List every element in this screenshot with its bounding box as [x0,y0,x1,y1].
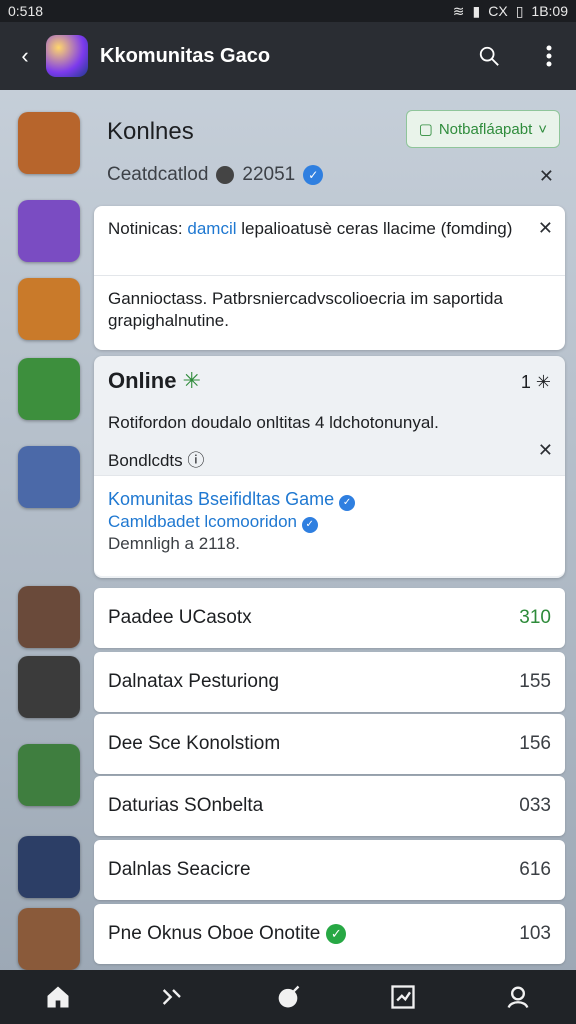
close-icon[interactable]: ✕ [539,166,554,187]
close-icon[interactable]: ✕ [538,218,553,239]
status-dot-icon [216,166,235,184]
main-content: Konlnes Ceatdcatlod 22051 ✓ ▢ Notbafláap… [0,90,576,970]
notice-card: Notinicas: damcil lepalioatusè ceras lla… [94,206,565,350]
battery-icon: ▯ [515,2,524,19]
notice-body: lepalioatusè ceras llacime (fomding) [241,219,513,238]
status-icons: ≋ ▮ CX ▯ 1B:09 [453,3,568,20]
featured-community[interactable]: Komunitas Bseifidltas Game ✓ Camldbadet … [94,476,565,576]
list-item[interactable]: Pne Oknus Oboe Onotite ✓ 103 [94,904,565,964]
verified-icon: ✓ [303,165,324,185]
sparkle-small-icon: ✳ [535,372,551,392]
list-item[interactable]: Dee Sce Konolstiom 156 [94,714,565,774]
sparkle-icon: ✳ [182,368,202,393]
list-item-name: Dalnatax Pesturiong [108,671,280,692]
featured-title-text: Komunitas Bseifidltas Game [108,489,335,509]
home-icon[interactable] [42,981,74,1013]
featured-subtitle-text: Camldbadet lcomooridon [108,512,297,531]
list-item-count: 616 [519,859,551,880]
app-logo [46,35,88,77]
avatar[interactable] [18,358,80,420]
back-arrow-icon[interactable]: ‹ [14,43,36,68]
list-item-name: Paadee UCasotx [108,607,252,628]
community-title: Konlnes [107,118,194,145]
list-item[interactable]: Daturias SOnbelta 033 [94,776,565,836]
status-right-time: 1B:09 [531,3,568,19]
online-label: Online [108,368,177,393]
list-item-name: Daturias SOnbelta [108,795,264,816]
status-bar: 0:518 ≋ ▮ CX ▯ 1B:09 [0,0,576,22]
community-header: Konlnes Ceatdcatlod 22051 ✓ ▢ Notbafláap… [0,90,576,202]
online-count: 1 ✳ [521,372,551,393]
online-label-row: Bondlcdts ⓘ [108,450,551,472]
doc-icon: ▢ [418,121,433,138]
avatar[interactable] [18,446,80,508]
close-icon[interactable]: ✕ [538,440,553,461]
online-sublabel: Bondlcdts [108,451,183,470]
app-bar: ‹ Kkomunitas Gaco [0,22,576,90]
list-item-name: Pne Oknus Oboe Onotite [108,923,321,944]
avatar[interactable] [18,908,80,970]
search-icon[interactable] [476,43,502,69]
online-card: Online ✳ 1 ✳ Rotifordon doudalo onltitas… [94,356,565,578]
notification-button[interactable]: ▢ Notbafláapabt ˅ [405,110,560,148]
list-item-count: 310 [519,607,551,628]
check-icon: ✓ [326,924,347,944]
online-header-row: Online ✳ 1 ✳ Rotifordon doudalo onltitas… [94,356,565,476]
online-title: Online ✳ [108,368,551,394]
avatar[interactable] [18,200,80,262]
compass-icon[interactable] [157,981,189,1013]
notice-row: Gannioctass. Patbrsniercadvscolioecria i… [94,276,565,350]
list-item[interactable]: Paadee UCasotx 310 [94,588,565,648]
notice-text: Gannioctass. Patbrsniercadvscolioecria i… [108,289,503,330]
list-item-count: 155 [519,671,551,692]
wifi-icon: ≋ [452,2,465,19]
verified-icon: ✓ [339,495,356,511]
chart-icon[interactable] [387,981,419,1013]
avatar[interactable] [18,836,80,898]
avatar[interactable] [18,656,80,718]
online-count-value: 1 [520,372,531,392]
chevron-down-icon: ˅ [538,120,547,138]
list-item-count: 033 [519,795,551,816]
online-description: Rotifordon doudalo onltitas 4 ldchotonun… [108,413,439,432]
list-item-count: 156 [519,733,551,754]
avatar[interactable] [18,586,80,648]
member-count: 22051 [242,164,296,185]
list-item[interactable]: Dalnlas Seacicre 616 [94,840,565,900]
notification-label: Notbafláapabt [438,120,533,138]
info-icon: ⓘ [187,451,205,470]
featured-title: Komunitas Bseifidltas Game ✓ [108,488,551,511]
bottom-navigation [0,970,576,1024]
list-item-name: Dee Sce Konolstiom [108,733,281,754]
avatar[interactable] [18,744,80,806]
notice-accent: damcil [187,219,237,238]
community-subtitle: Ceatdcatlod 22051 ✓ [107,164,324,186]
notice-row: Notinicas: damcil lepalioatusè ceras lla… [94,206,565,276]
more-menu-icon[interactable] [536,43,562,69]
notice-prefix: Notinicas: [108,219,183,238]
featured-subtitle: Camldbadet lcomooridon ✓ [108,511,551,533]
signal-icon: ▮ [472,2,481,19]
verified-icon: ✓ [301,517,318,533]
game-icon[interactable] [272,981,304,1013]
list-item[interactable]: Dalnatax Pesturiong 155 [94,652,565,712]
avatar[interactable] [18,278,80,340]
status-time: 0:518 [8,3,44,19]
app-title: Kkomunitas Gaco [100,44,271,67]
featured-meta: Demnligh a 2118. [108,534,240,553]
profile-icon[interactable] [502,981,534,1013]
app-actions [476,43,562,69]
signal-label: CX [488,3,508,19]
list-item-count: 103 [519,923,551,944]
subtitle-text: Ceatdcatlod [107,164,209,185]
list-item-name: Dalnlas Seacicre [108,859,251,880]
notice-text: Notinicas: damcil lepalioatusè ceras lla… [108,218,551,240]
